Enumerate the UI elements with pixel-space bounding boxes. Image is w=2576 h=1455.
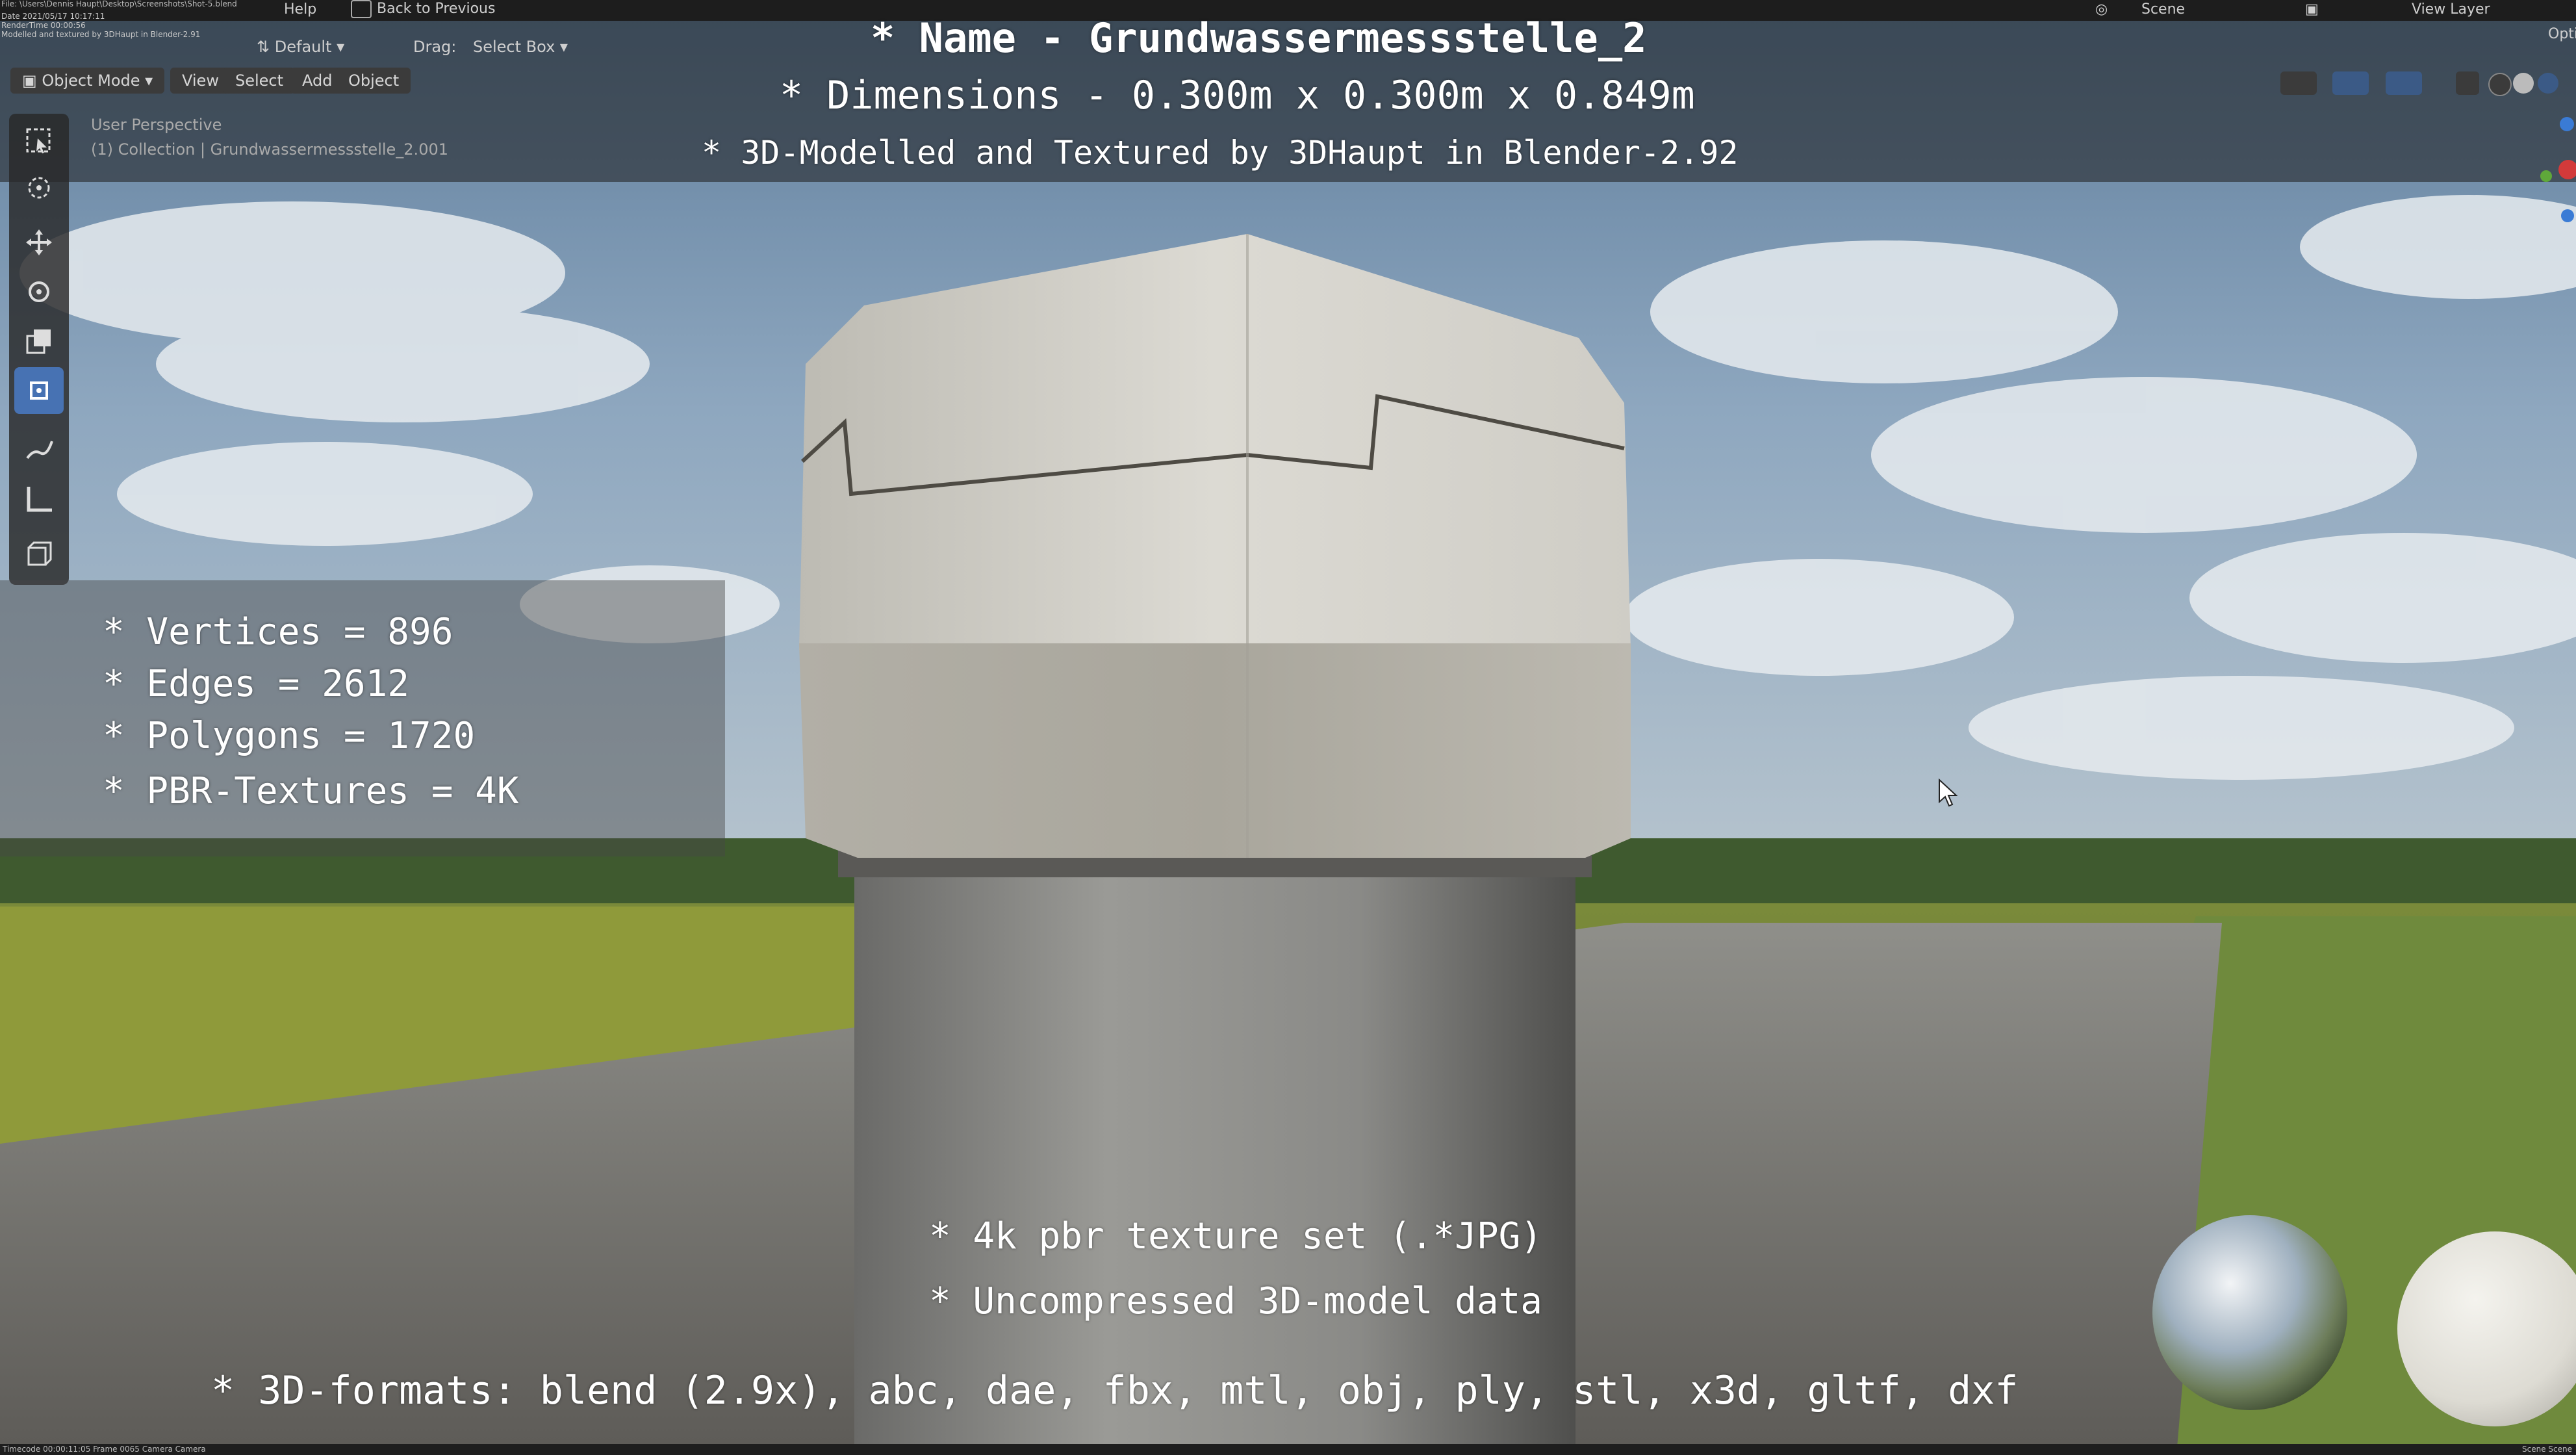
stats-vertices: * Vertices = 896 [103, 611, 453, 653]
back-to-previous-button[interactable]: Back to Previous [351, 0, 495, 19]
model-credit: * 3D-Modelled and Textured by 3DHaupt in… [702, 134, 1739, 172]
drag-label: Drag: [413, 38, 457, 56]
measure-icon [27, 487, 52, 512]
scale-tool[interactable] [14, 318, 64, 365]
object-menu[interactable]: Object [337, 68, 411, 94]
x-axis-icon[interactable] [2558, 160, 2576, 179]
annotate-tool[interactable] [14, 426, 64, 472]
cursor-icon [28, 177, 50, 199]
drag-dropdown[interactable]: Select Box ▾ [473, 38, 568, 56]
orientation-value: Default [274, 38, 332, 56]
scale-icon [26, 329, 51, 354]
navigation-gizmo[interactable] [2540, 117, 2576, 227]
stats-edges: * Edges = 2612 [103, 663, 410, 705]
model-name-title: * Name - Grundwassermessstelle_2 [871, 14, 1647, 62]
object-mode-dropdown[interactable]: ▣ Object Mode ▾ [10, 68, 165, 94]
tool-shelf [9, 114, 69, 585]
file-info-line2: Date 2021/05/17 10:17:11 [1, 12, 105, 21]
orientation-dropdown[interactable]: ⇅ Default ▾ [257, 38, 344, 56]
select-box-icon [26, 128, 51, 153]
view-layer-label[interactable]: View Layer [2412, 1, 2490, 18]
timecode-label: Timecode 00:00:11:05 Frame 0065 Camera C… [3, 1445, 206, 1454]
solid-shading-icon[interactable] [2513, 73, 2534, 94]
mouse-cursor-icon [1939, 779, 1958, 807]
status-bar: Timecode 00:00:11:05 Frame 0065 Camera C… [0, 1444, 2576, 1455]
rotate-tool[interactable] [14, 268, 64, 315]
add-cube-icon [27, 541, 52, 566]
stats-textures: * PBR-Textures = 4K [103, 770, 519, 812]
view-layer-icon[interactable]: ▣ [2305, 1, 2319, 18]
gizmo-icon[interactable] [2332, 71, 2369, 95]
scene-selector-icon[interactable]: ◎ [2095, 1, 2108, 18]
help-menu[interactable]: Help [284, 1, 316, 18]
formats-note: * 3D-formats: blend (2.9x), abc, dae, fb… [211, 1368, 2019, 1413]
collection-label: (1) Collection | Grundwassermessstelle_2… [91, 140, 448, 159]
visibility-icon[interactable] [2280, 71, 2317, 95]
scene-status-label: Scene Scene [2522, 1445, 2572, 1454]
back-to-previous-label: Back to Previous [377, 1, 496, 17]
drag-value: Select Box [473, 38, 555, 56]
view-menu[interactable]: View [170, 68, 231, 94]
transform-icon [30, 381, 48, 400]
select-menu[interactable]: Select [223, 68, 296, 94]
measure-tool[interactable] [14, 475, 64, 522]
viewport-shading-controls [2280, 69, 2573, 97]
rotate-icon [29, 281, 49, 302]
wireframe-shading-icon[interactable] [2488, 73, 2512, 96]
model-dimensions: * Dimensions - 0.300m x 0.300m x 0.849m [780, 73, 1695, 118]
screen-icon [351, 0, 372, 18]
scene-label[interactable]: Scene [2141, 1, 2185, 18]
select-box-tool[interactable] [14, 118, 64, 164]
texture-set-note: * 4k pbr texture set (.*JPG) [929, 1215, 1543, 1257]
move-icon [26, 229, 52, 255]
overlay-icon[interactable] [2386, 71, 2422, 95]
transform-tool[interactable] [14, 367, 64, 414]
xray-icon[interactable] [2456, 71, 2479, 95]
move-tool[interactable] [14, 219, 64, 266]
object-mode-label: Object Mode [42, 71, 140, 90]
file-info-line1: File: \Users\Dennis Haupt\Desktop\Screen… [1, 0, 237, 8]
cursor-tool[interactable] [14, 164, 64, 211]
neg-z-axis-icon[interactable] [2561, 209, 2574, 222]
annotate-icon [26, 441, 53, 459]
material-shading-icon[interactable] [2538, 73, 2558, 94]
perspective-label: User Perspective [91, 116, 222, 134]
z-axis-icon[interactable] [2560, 117, 2574, 131]
model-data-note: * Uncompressed 3D-model data [929, 1280, 1543, 1322]
stats-polygons: * Polygons = 1720 [103, 715, 476, 757]
add-cube-tool[interactable] [14, 531, 64, 578]
y-axis-icon[interactable] [2540, 170, 2552, 182]
